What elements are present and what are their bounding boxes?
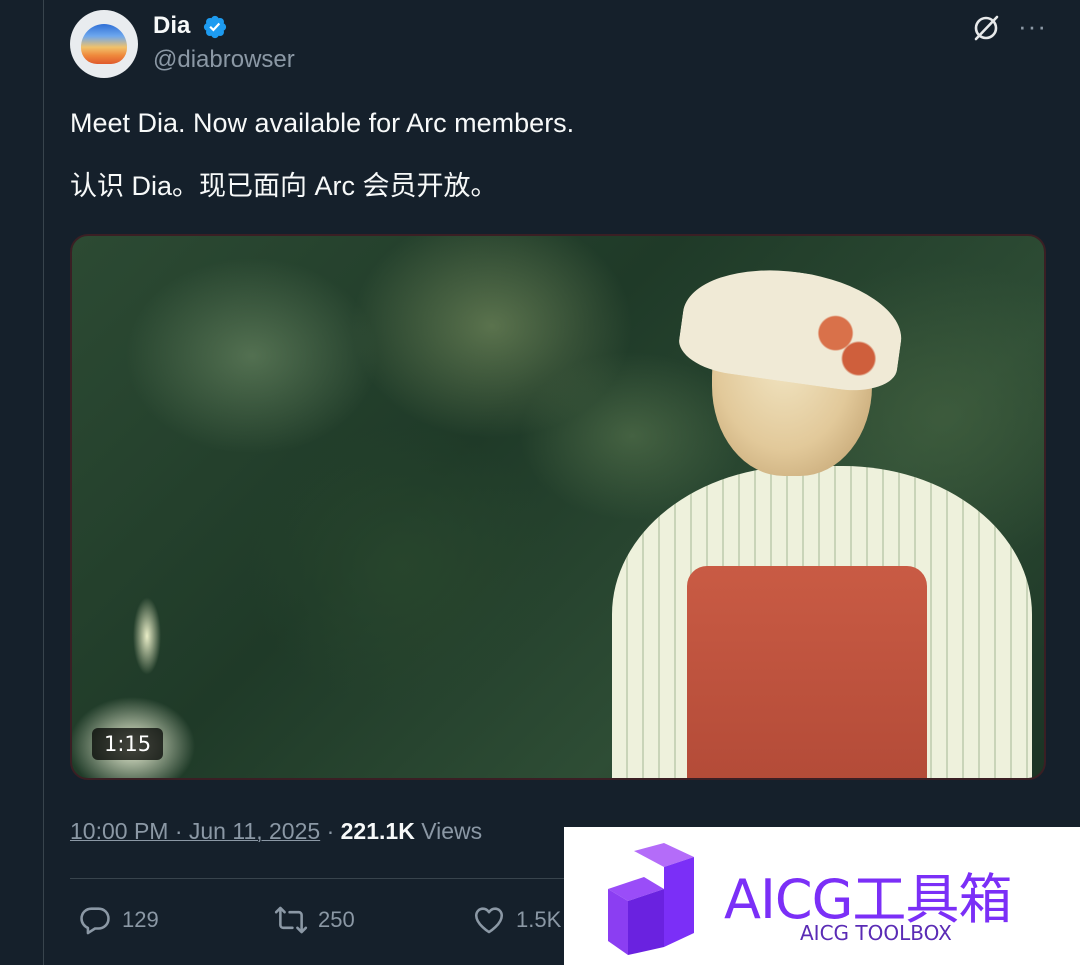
repost-count: 250 <box>318 907 355 932</box>
post-timestamp[interactable]: 10:00 PM · Jun 11, 2025 <box>70 818 320 844</box>
reply-count: 129 <box>122 907 159 932</box>
verified-badge-icon <box>203 15 227 39</box>
video-player[interactable]: 1:15 <box>70 234 1046 780</box>
handle[interactable]: @diabrowser <box>153 46 295 74</box>
reply-icon <box>80 907 110 935</box>
like-count: 1.5K <box>516 907 562 932</box>
display-name[interactable]: Dia <box>153 12 190 40</box>
avatar[interactable] <box>70 10 138 78</box>
reply-button[interactable]: 129 <box>78 903 159 937</box>
video-duration-badge: 1:15 <box>92 728 164 760</box>
post-text-chinese: 认识 Dia。现已面向 Arc 会员开放。 <box>70 171 498 201</box>
watermark-banner: AICG工具箱 AICG TOOLBOX <box>564 827 1080 965</box>
post-meta: 10:00 PM · Jun 11, 2025 · 221.1K Views <box>70 818 482 845</box>
repost-icon <box>274 906 308 934</box>
views-label: Views <box>414 818 483 844</box>
meta-separator: · <box>320 818 341 844</box>
aicg-toolbox-logo <box>608 843 694 955</box>
woman-apron <box>687 566 927 778</box>
grok-icon[interactable] <box>970 12 1002 44</box>
thread-line <box>43 0 44 965</box>
post-text-english: Meet Dia. Now available for Arc members. <box>70 108 575 138</box>
views-count: 221.1K <box>340 818 415 844</box>
dia-logo <box>81 24 127 64</box>
repost-button[interactable]: 250 <box>274 903 355 937</box>
more-icon[interactable]: ··· <box>1018 13 1047 39</box>
like-button[interactable]: 1.5K <box>472 903 561 937</box>
woman-headscarf <box>675 257 909 397</box>
like-icon <box>474 907 504 934</box>
watermark-subtitle: AICG TOOLBOX <box>800 921 952 945</box>
